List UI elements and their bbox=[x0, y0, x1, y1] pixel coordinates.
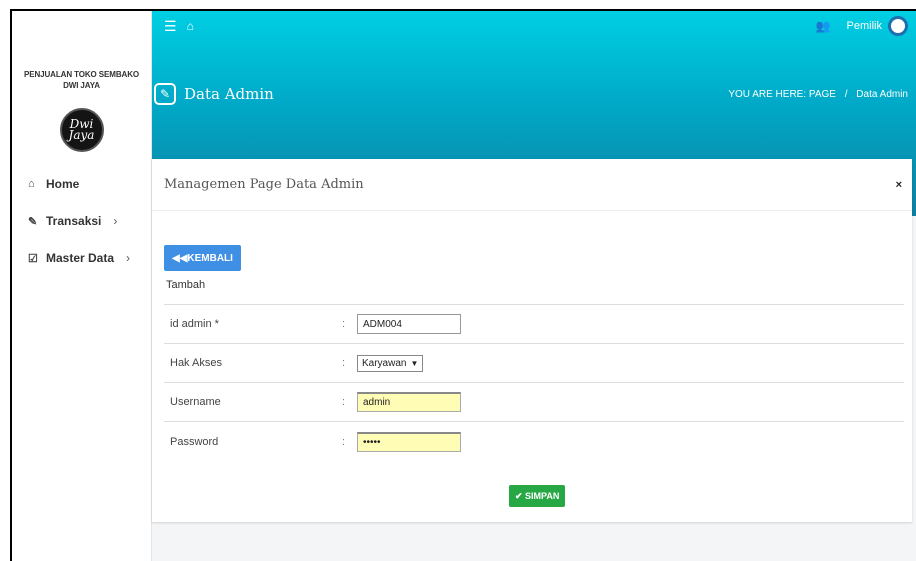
brand-name: PENJUALAN TOKO SEMBAKO DWI JAYA bbox=[24, 70, 139, 90]
select-value: Karyawan bbox=[362, 357, 407, 369]
breadcrumb-separator: / bbox=[844, 88, 848, 100]
edit-icon: ☑ bbox=[28, 252, 38, 265]
field-colon: : bbox=[342, 396, 346, 408]
sidebar-nav: ⌂ Home ✎ Transaksi › ☑ Master Data › bbox=[12, 174, 151, 268]
users-icon[interactable]: 👥 bbox=[816, 19, 831, 33]
home-icon: ⌂ bbox=[28, 178, 35, 190]
back-button[interactable]: ◀◀KEMBALI bbox=[164, 245, 241, 271]
top-navbar: ☰ ⌂ 👥 Pemilik bbox=[152, 11, 916, 41]
breadcrumb-prefix: YOU ARE HERE: bbox=[728, 88, 807, 100]
sidebar-item-label: Home bbox=[46, 177, 80, 191]
hak-akses-select[interactable]: Karyawan ▼ bbox=[357, 354, 424, 372]
sidebar-item-master-data[interactable]: ☑ Master Data › bbox=[12, 248, 151, 268]
breadcrumb-page[interactable]: PAGE bbox=[809, 89, 836, 100]
edit-icon: ✎ bbox=[154, 83, 176, 105]
chevron-right-icon: › bbox=[126, 251, 131, 265]
form-row-hak-akses: Hak Akses : Karyawan ▼ bbox=[164, 344, 904, 383]
field-colon: : bbox=[342, 435, 346, 448]
field-colon: : bbox=[342, 318, 346, 330]
id-admin-input[interactable] bbox=[357, 314, 461, 334]
form-card: Managemen Page Data Admin × ◀◀KEMBALI Ta… bbox=[152, 159, 912, 522]
sidebar-item-label: Transaksi bbox=[46, 214, 102, 228]
field-label: Username bbox=[170, 396, 221, 408]
field-label: Password bbox=[170, 435, 219, 448]
sidebar-item-transaksi[interactable]: ✎ Transaksi › bbox=[12, 211, 151, 231]
page-header: ✎ Data Admin YOU ARE HERE: PAGE / Data A… bbox=[152, 83, 916, 105]
form-row-username: Username : bbox=[164, 383, 904, 422]
home-icon[interactable]: ⌂ bbox=[187, 19, 194, 33]
field-colon: : bbox=[342, 357, 346, 369]
form-row-password: Password : bbox=[164, 422, 904, 461]
sidebar-item-label: Master Data bbox=[46, 251, 115, 265]
caret-down-icon: ▼ bbox=[410, 358, 419, 368]
pencil-icon: ✎ bbox=[28, 215, 38, 228]
breadcrumb-current: Data Admin bbox=[856, 88, 908, 100]
username-input[interactable] bbox=[357, 392, 461, 412]
user-menu[interactable]: 👥 Pemilik bbox=[816, 16, 916, 36]
user-name[interactable]: Pemilik bbox=[847, 20, 882, 32]
form-row-id-admin: id admin * : bbox=[164, 305, 904, 344]
section-label: Tambah bbox=[166, 279, 206, 291]
avatar[interactable] bbox=[888, 16, 908, 36]
password-input[interactable] bbox=[357, 431, 461, 452]
logo: Dwi Jaya bbox=[59, 108, 104, 152]
field-label: id admin * bbox=[170, 318, 219, 330]
sidebar: PENJUALAN TOKO SEMBAKO DWI JAYA Dwi Jaya… bbox=[12, 11, 152, 561]
breadcrumb: YOU ARE HERE: PAGE / Data Admin bbox=[728, 89, 916, 100]
close-icon[interactable]: × bbox=[896, 179, 902, 191]
menu-icon[interactable]: ☰ bbox=[164, 18, 177, 35]
card-header: Managemen Page Data Admin × bbox=[152, 159, 912, 211]
save-button[interactable]: ✔ SIMPAN bbox=[509, 485, 566, 507]
page-title: Data Admin bbox=[184, 85, 274, 103]
card-title: Managemen Page Data Admin bbox=[164, 177, 364, 192]
chevron-right-icon: › bbox=[113, 214, 118, 228]
sidebar-item-home[interactable]: ⌂ Home bbox=[12, 174, 151, 194]
app-window: PENJUALAN TOKO SEMBAKO DWI JAYA Dwi Jaya… bbox=[10, 9, 916, 561]
admin-form: id admin * : Hak Akses : Karyawan ▼ User… bbox=[164, 304, 904, 461]
field-label: Hak Akses bbox=[170, 357, 222, 369]
